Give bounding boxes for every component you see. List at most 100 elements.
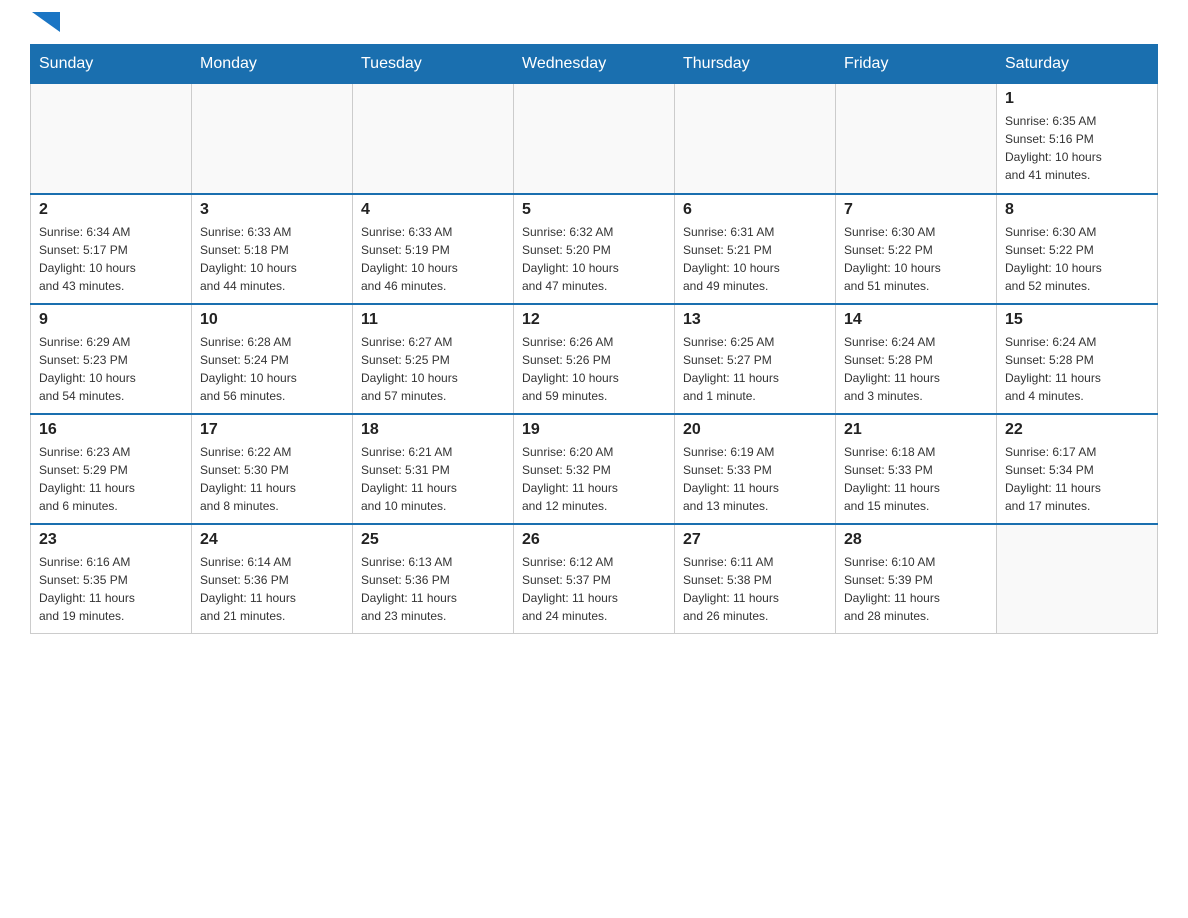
weekday-header-thursday: Thursday (675, 45, 836, 84)
calendar-cell: 19 Sunrise: 6:20 AM Sunset: 5:32 PM Dayli… (514, 414, 675, 524)
calendar-header: SundayMondayTuesdayWednesdayThursdayFrid… (31, 45, 1158, 84)
weekday-header-monday: Monday (192, 45, 353, 84)
calendar-cell: 1 Sunrise: 6:35 AM Sunset: 5:16 PM Daylig… (997, 84, 1158, 194)
day-info: Sunrise: 6:30 AM Sunset: 5:22 PM Dayligh… (844, 223, 988, 295)
day-number: 15 (1005, 311, 1149, 329)
day-number: 12 (522, 311, 666, 329)
day-number: 11 (361, 311, 505, 329)
calendar-cell: 10Sunrise: 6:28 AM Sunset: 5:24 PM Dayli… (192, 304, 353, 414)
day-info: Sunrise: 6:24 AM Sunset: 5:28 PM Dayligh… (844, 333, 988, 405)
calendar-cell: 26Sunrise: 6:12 AM Sunset: 5:37 PM Dayli… (514, 524, 675, 634)
calendar-cell: 12 Sunrise: 6:26 AM Sunset: 5:26 PM Dayli… (514, 304, 675, 414)
calendar-cell: 2 Sunrise: 6:34 AM Sunset: 5:17 PM Daylig… (31, 194, 192, 304)
day-info: Sunrise: 6:18 AM Sunset: 5:33 PM Dayligh… (844, 443, 988, 515)
day-number: 28 (844, 531, 988, 549)
day-number: 17 (200, 421, 344, 439)
day-info: Sunrise: 6:25 AM Sunset: 5:27 PM Dayligh… (683, 333, 827, 405)
day-number: 3 (200, 201, 344, 219)
calendar-cell: 25 Sunrise: 6:13 AM Sunset: 5:36 PM Dayli… (353, 524, 514, 634)
day-number: 7 (844, 201, 988, 219)
day-info: Sunrise: 6:12 AM Sunset: 5:37 PM Dayligh… (522, 553, 666, 625)
day-number: 18 (361, 421, 505, 439)
day-info: Sunrise: 6:23 AM Sunset: 5:29 PM Dayligh… (39, 443, 183, 515)
calendar-table: SundayMondayTuesdayWednesdayThursdayFrid… (30, 44, 1158, 634)
day-number: 2 (39, 201, 183, 219)
calendar-cell: 20 Sunrise: 6:19 AM Sunset: 5:33 PM Dayli… (675, 414, 836, 524)
calendar-cell: 9 Sunrise: 6:29 AM Sunset: 5:23 PM Daylig… (31, 304, 192, 414)
calendar-cell: 6Sunrise: 6:31 AM Sunset: 5:21 PM Daylig… (675, 194, 836, 304)
calendar-cell: 18Sunrise: 6:21 AM Sunset: 5:31 PM Dayli… (353, 414, 514, 524)
day-number: 5 (522, 201, 666, 219)
day-number: 16 (39, 421, 183, 439)
calendar-cell (353, 84, 514, 194)
day-info: Sunrise: 6:33 AM Sunset: 5:18 PM Dayligh… (200, 223, 344, 295)
day-info: Sunrise: 6:35 AM Sunset: 5:16 PM Dayligh… (1005, 112, 1149, 184)
page-header (30, 20, 1158, 34)
calendar-cell: 21 Sunrise: 6:18 AM Sunset: 5:33 PM Dayli… (836, 414, 997, 524)
logo-icon (32, 12, 60, 40)
calendar-cell (997, 524, 1158, 634)
day-info: Sunrise: 6:29 AM Sunset: 5:23 PM Dayligh… (39, 333, 183, 405)
weekday-header-tuesday: Tuesday (353, 45, 514, 84)
calendar-week-5: 23Sunrise: 6:16 AM Sunset: 5:35 PM Dayli… (31, 524, 1158, 634)
logo (30, 20, 60, 34)
day-number: 24 (200, 531, 344, 549)
day-number: 1 (1005, 90, 1149, 108)
day-number: 4 (361, 201, 505, 219)
calendar-cell: 8 Sunrise: 6:30 AM Sunset: 5:22 PM Daylig… (997, 194, 1158, 304)
calendar-cell: 17 Sunrise: 6:22 AM Sunset: 5:30 PM Dayli… (192, 414, 353, 524)
weekday-header-wednesday: Wednesday (514, 45, 675, 84)
calendar-cell: 11Sunrise: 6:27 AM Sunset: 5:25 PM Dayli… (353, 304, 514, 414)
calendar-cell: 14 Sunrise: 6:24 AM Sunset: 5:28 PM Dayli… (836, 304, 997, 414)
calendar-cell: 28 Sunrise: 6:10 AM Sunset: 5:39 PM Dayli… (836, 524, 997, 634)
calendar-cell (675, 84, 836, 194)
day-number: 9 (39, 311, 183, 329)
day-info: Sunrise: 6:31 AM Sunset: 5:21 PM Dayligh… (683, 223, 827, 295)
day-number: 25 (361, 531, 505, 549)
calendar-week-1: 1 Sunrise: 6:35 AM Sunset: 5:16 PM Daylig… (31, 84, 1158, 194)
calendar-cell (836, 84, 997, 194)
day-info: Sunrise: 6:17 AM Sunset: 5:34 PM Dayligh… (1005, 443, 1149, 515)
calendar-cell: 27Sunrise: 6:11 AM Sunset: 5:38 PM Dayli… (675, 524, 836, 634)
day-number: 19 (522, 421, 666, 439)
calendar-cell: 7 Sunrise: 6:30 AM Sunset: 5:22 PM Daylig… (836, 194, 997, 304)
calendar-cell: 5 Sunrise: 6:32 AM Sunset: 5:20 PM Daylig… (514, 194, 675, 304)
day-number: 14 (844, 311, 988, 329)
weekday-header-friday: Friday (836, 45, 997, 84)
day-info: Sunrise: 6:13 AM Sunset: 5:36 PM Dayligh… (361, 553, 505, 625)
day-info: Sunrise: 6:30 AM Sunset: 5:22 PM Dayligh… (1005, 223, 1149, 295)
weekday-header-sunday: Sunday (31, 45, 192, 84)
calendar-cell (514, 84, 675, 194)
calendar-cell (31, 84, 192, 194)
calendar-cell: 4 Sunrise: 6:33 AM Sunset: 5:19 PM Daylig… (353, 194, 514, 304)
day-info: Sunrise: 6:33 AM Sunset: 5:19 PM Dayligh… (361, 223, 505, 295)
day-info: Sunrise: 6:20 AM Sunset: 5:32 PM Dayligh… (522, 443, 666, 515)
day-info: Sunrise: 6:14 AM Sunset: 5:36 PM Dayligh… (200, 553, 344, 625)
day-number: 8 (1005, 201, 1149, 219)
day-info: Sunrise: 6:22 AM Sunset: 5:30 PM Dayligh… (200, 443, 344, 515)
day-info: Sunrise: 6:16 AM Sunset: 5:35 PM Dayligh… (39, 553, 183, 625)
day-number: 20 (683, 421, 827, 439)
day-info: Sunrise: 6:26 AM Sunset: 5:26 PM Dayligh… (522, 333, 666, 405)
calendar-week-3: 9 Sunrise: 6:29 AM Sunset: 5:23 PM Daylig… (31, 304, 1158, 414)
day-info: Sunrise: 6:34 AM Sunset: 5:17 PM Dayligh… (39, 223, 183, 295)
day-number: 22 (1005, 421, 1149, 439)
calendar-cell (192, 84, 353, 194)
weekday-row: SundayMondayTuesdayWednesdayThursdayFrid… (31, 45, 1158, 84)
calendar-cell: 22 Sunrise: 6:17 AM Sunset: 5:34 PM Dayli… (997, 414, 1158, 524)
day-info: Sunrise: 6:10 AM Sunset: 5:39 PM Dayligh… (844, 553, 988, 625)
day-number: 13 (683, 311, 827, 329)
calendar-cell: 3 Sunrise: 6:33 AM Sunset: 5:18 PM Daylig… (192, 194, 353, 304)
day-info: Sunrise: 6:19 AM Sunset: 5:33 PM Dayligh… (683, 443, 827, 515)
calendar-week-2: 2 Sunrise: 6:34 AM Sunset: 5:17 PM Daylig… (31, 194, 1158, 304)
day-info: Sunrise: 6:28 AM Sunset: 5:24 PM Dayligh… (200, 333, 344, 405)
calendar-week-4: 16 Sunrise: 6:23 AM Sunset: 5:29 PM Dayli… (31, 414, 1158, 524)
calendar-cell: 16 Sunrise: 6:23 AM Sunset: 5:29 PM Dayli… (31, 414, 192, 524)
day-info: Sunrise: 6:32 AM Sunset: 5:20 PM Dayligh… (522, 223, 666, 295)
day-info: Sunrise: 6:24 AM Sunset: 5:28 PM Dayligh… (1005, 333, 1149, 405)
day-info: Sunrise: 6:11 AM Sunset: 5:38 PM Dayligh… (683, 553, 827, 625)
day-number: 21 (844, 421, 988, 439)
calendar-cell: 13 Sunrise: 6:25 AM Sunset: 5:27 PM Dayli… (675, 304, 836, 414)
calendar-cell: 15 Sunrise: 6:24 AM Sunset: 5:28 PM Dayli… (997, 304, 1158, 414)
calendar-cell: 23Sunrise: 6:16 AM Sunset: 5:35 PM Dayli… (31, 524, 192, 634)
